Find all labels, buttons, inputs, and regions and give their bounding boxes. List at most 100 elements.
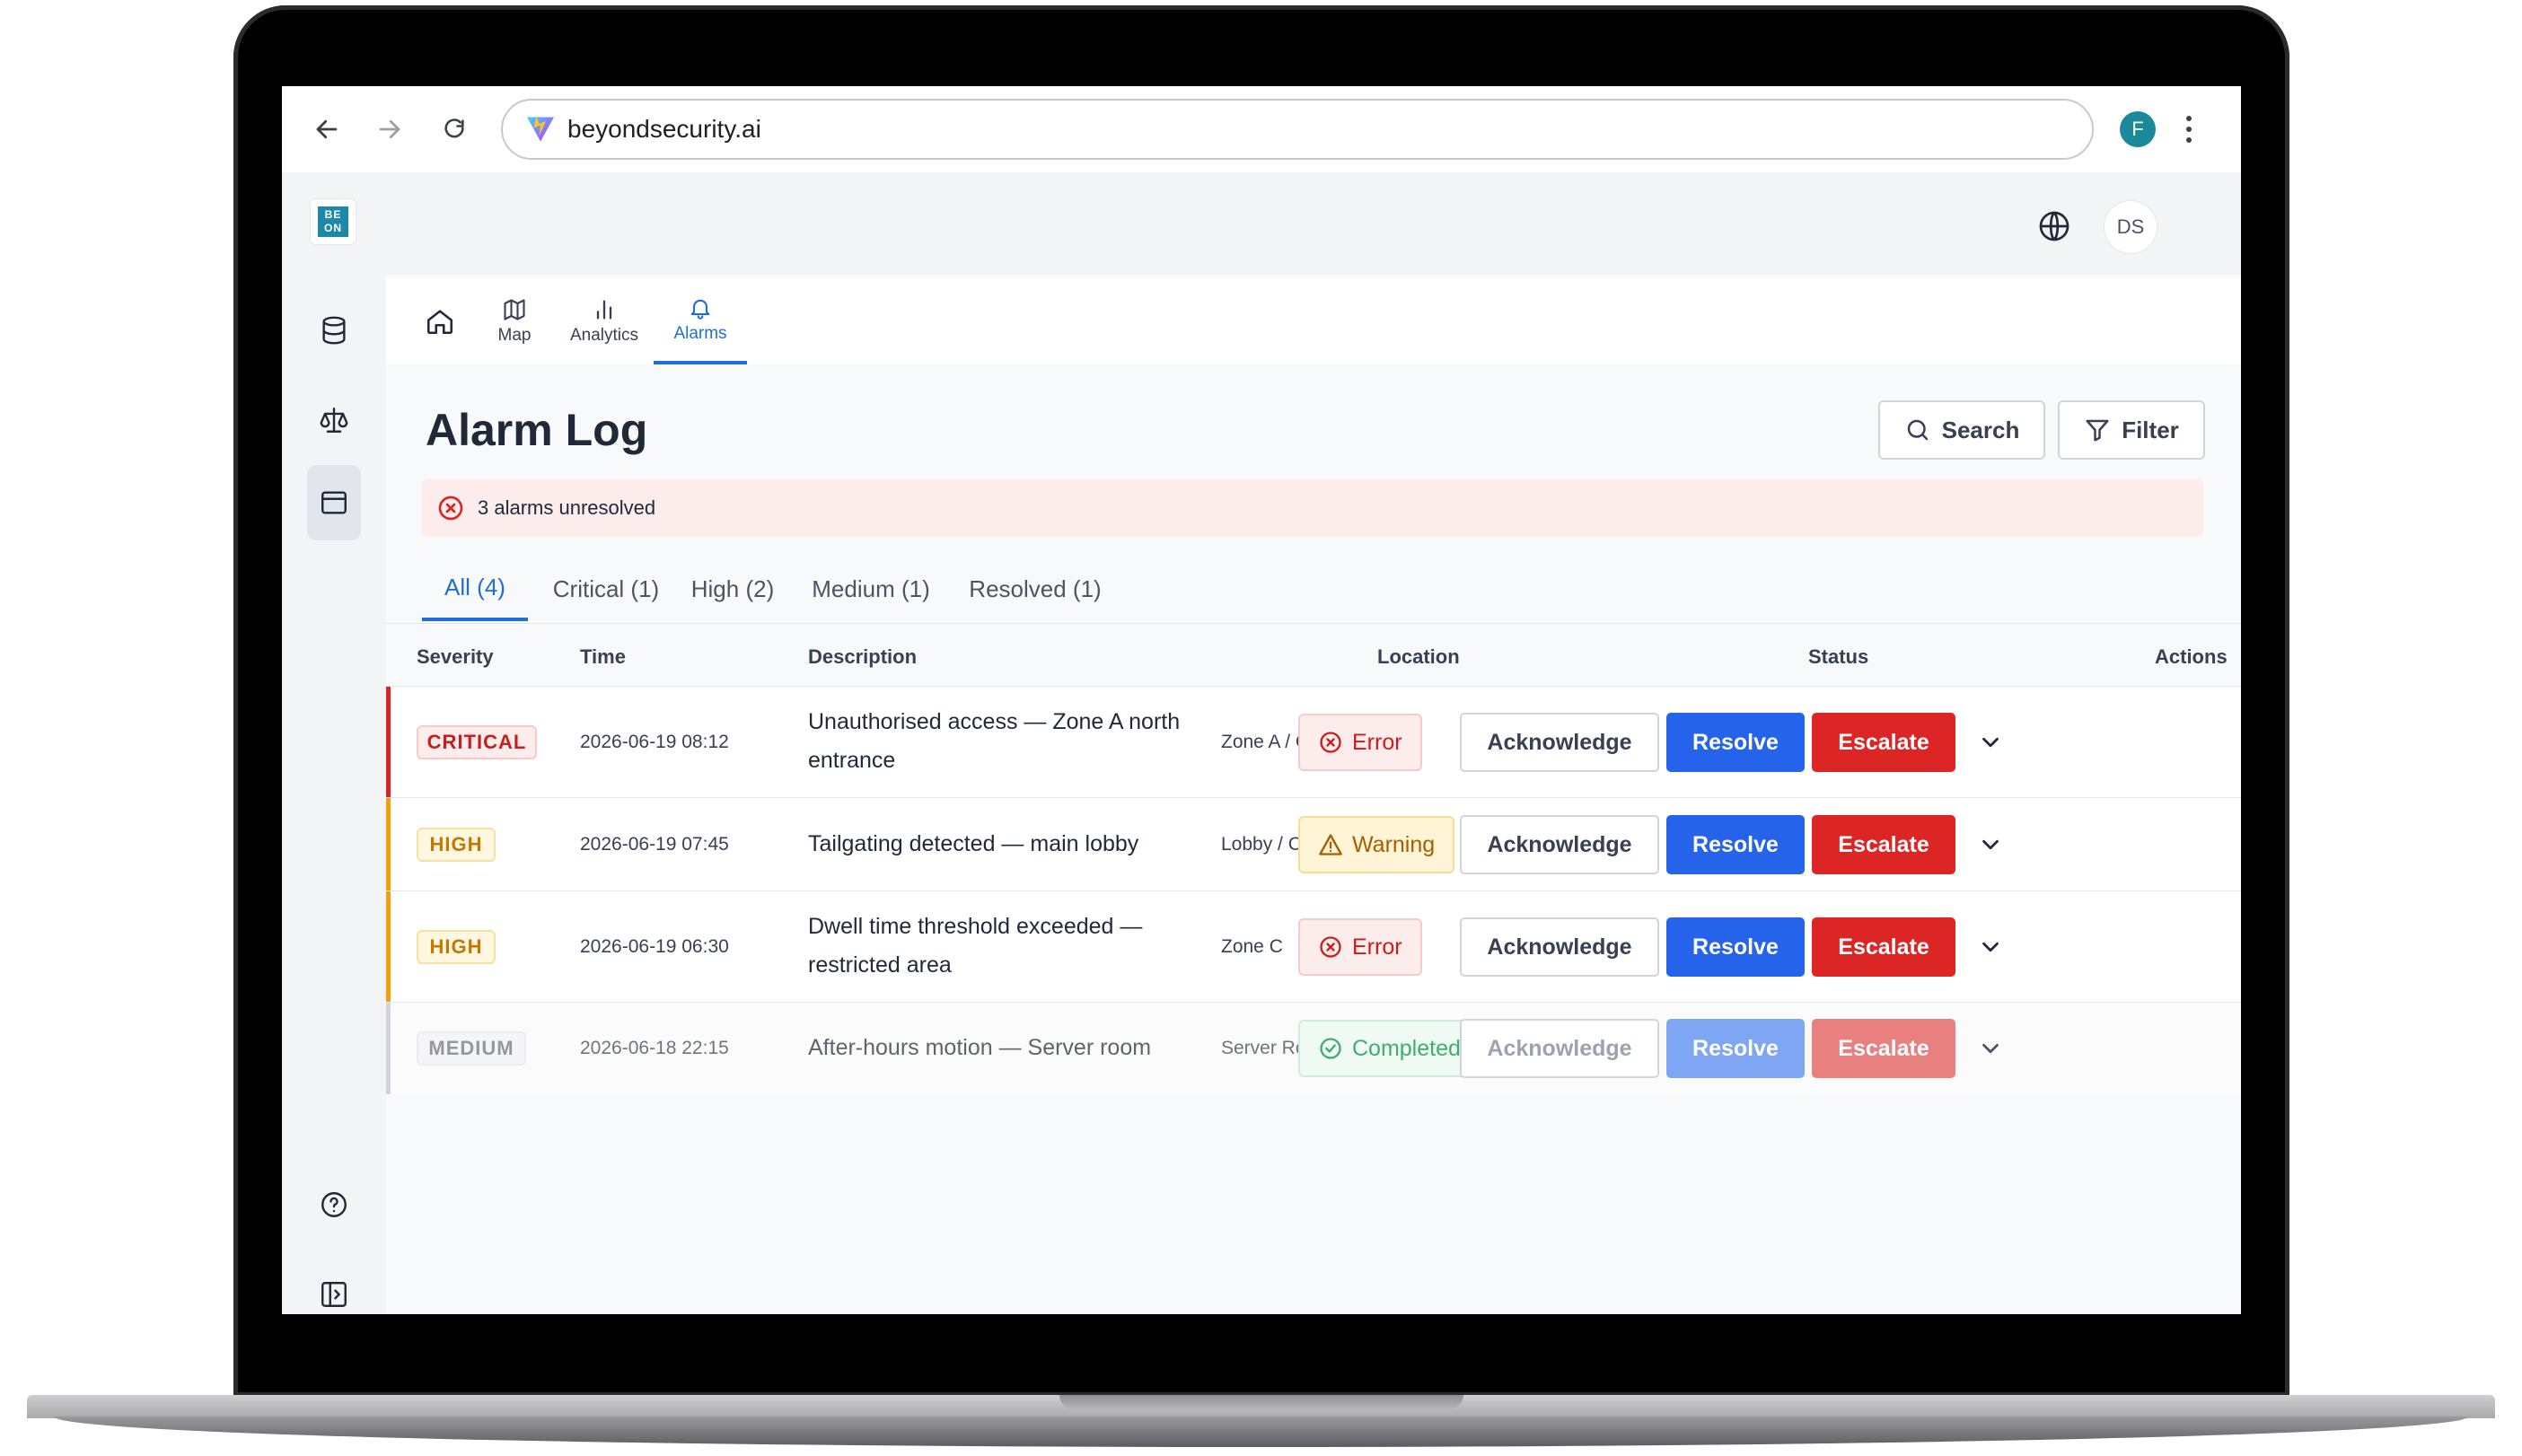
main-content: Map Analytics Alarms Alarm Log Search Fi… [386,278,2241,1314]
globe-icon[interactable] [2036,208,2072,244]
top-nav-tabs: Map Analytics Alarms [386,278,2241,364]
tab-home[interactable] [411,278,469,364]
address-bar[interactable]: beyondsecurity.ai [501,99,2094,160]
table-row[interactable]: HIGH 2026-06-19 07:45 Tailgating detecte… [386,797,2241,891]
header-time: Time [580,645,626,668]
severity-stripe [386,687,391,798]
tab-analytics-label: Analytics [569,326,639,345]
database-icon[interactable] [307,303,361,357]
forward-arrow-icon[interactable] [365,104,415,154]
filter-tab-high[interactable]: High (2) [682,557,783,621]
home-icon [426,310,453,335]
warning-triangle-icon [1319,834,1342,855]
browser-menu-icon[interactable] [2180,110,2198,149]
tab-alarms[interactable]: Alarms [654,278,747,364]
filter-tab-resolved[interactable]: Resolved (1) [961,557,1110,621]
row-description: After-hours motion — Server room [808,1035,1152,1060]
page-title: Alarm Log [426,405,648,455]
status-badge: Error [1298,714,1422,771]
acknowledge-button[interactable]: Acknowledge [1460,815,1659,874]
screen: beyondsecurity.ai F BE ON DS Map Analyti… [282,86,2241,1314]
row-description: Tailgating detected — main lobby [808,831,1139,856]
row-description: Unauthorised access — Zone A north entra… [808,709,1181,773]
bar-chart-icon [596,300,612,320]
back-arrow-icon[interactable] [302,104,352,154]
error-circle-icon [1320,936,1341,958]
acknowledge-button[interactable]: Acknowledge [1460,917,1659,977]
tab-analytics[interactable]: Analytics [555,278,654,364]
resolve-button[interactable]: Resolve [1666,713,1805,772]
severity-badge: MEDIUM [417,1031,526,1066]
user-avatar[interactable]: DS [2105,201,2157,253]
sidebar-toggle-icon[interactable] [307,1267,361,1314]
table-row[interactable]: HIGH 2026-06-19 06:30 Dwell time thresho… [386,890,2241,1003]
severity-badge: HIGH [417,930,496,964]
app-logo[interactable]: BE ON [311,199,356,244]
header-description: Description [808,645,918,668]
status-text: Error [1352,934,1402,960]
error-circle-icon [438,496,463,521]
tab-map[interactable]: Map [481,278,548,364]
chevron-down-icon[interactable] [1977,729,2004,756]
row-time: 2026-06-19 07:45 [580,834,729,855]
help-icon[interactable] [307,1178,361,1232]
severity-stripe [386,798,391,891]
table-header: Severity Time Description Location Statu… [386,623,2241,687]
filter-icon [2086,419,2109,442]
severity-stripe [386,1003,391,1094]
logo-text: BE ON [318,206,348,237]
map-icon [504,299,525,320]
error-circle-icon [1320,732,1341,753]
filter-button-label: Filter [2122,416,2179,443]
scale-icon[interactable] [307,393,361,447]
browser-toolbar: beyondsecurity.ai F [282,86,2241,173]
row-description: Dwell time threshold exceeded — restrict… [808,914,1143,978]
app-header [282,172,2241,275]
severity-stripe [386,891,391,1003]
status-badge: Warning [1298,816,1455,873]
status-text: Completed [1352,1035,1461,1061]
unresolved-alert-banner: 3 alarms unresolved [422,479,2203,537]
acknowledge-button[interactable]: Acknowledge [1460,1019,1659,1078]
header-severity: Severity [417,645,494,668]
table-row[interactable]: CRITICAL 2026-06-19 08:12 Unauthorised a… [386,686,2241,798]
chevron-down-icon[interactable] [1977,831,2004,858]
site-favicon-icon [527,116,554,142]
reload-icon[interactable] [429,104,479,154]
resolve-button[interactable]: Resolve [1666,1019,1805,1078]
resolve-button[interactable]: Resolve [1666,815,1805,874]
status-badge: Completed [1298,1020,1481,1077]
row-location: Zone C [1221,936,1283,957]
row-time: 2026-06-19 06:30 [580,936,729,957]
sidebar [282,275,386,1314]
severity-badge: HIGH [417,828,496,862]
escalate-button[interactable]: Escalate [1812,713,1955,772]
search-button[interactable]: Search [1878,400,2045,460]
browser-profile-avatar[interactable]: F [2120,111,2156,147]
filter-tab-critical[interactable]: Critical (1) [548,557,664,621]
alert-text: 3 alarms unresolved [478,496,656,519]
acknowledge-button[interactable]: Acknowledge [1460,713,1659,772]
resolve-button[interactable]: Resolve [1666,917,1805,977]
row-time: 2026-06-18 22:15 [580,1038,729,1058]
chevron-down-icon[interactable] [1977,1035,2004,1062]
row-time: 2026-06-19 08:12 [580,732,729,752]
severity-badge: CRITICAL [417,725,537,759]
tab-alarms-label: Alarms [673,324,727,343]
header-status: Status [1808,645,1869,668]
header-actions: Actions [2155,645,2228,668]
escalate-button[interactable]: Escalate [1812,1019,1955,1078]
filter-button[interactable]: Filter [2058,400,2205,460]
bell-icon [690,299,710,320]
url-text: beyondsecurity.ai [567,115,761,143]
escalate-button[interactable]: Escalate [1812,815,1955,874]
sidebar-item-alarms-window-icon[interactable] [307,465,361,540]
table-row[interactable]: MEDIUM 2026-06-18 22:15 After-hours moti… [386,1002,2241,1094]
escalate-button[interactable]: Escalate [1812,917,1955,977]
status-badge: Error [1298,918,1422,976]
chevron-down-icon[interactable] [1977,934,2004,960]
filter-tab-medium[interactable]: Medium (1) [804,557,937,621]
laptop-base [0,1395,2522,1451]
filter-tab-all[interactable]: All (4) [422,557,528,621]
search-icon [1907,419,1928,441]
